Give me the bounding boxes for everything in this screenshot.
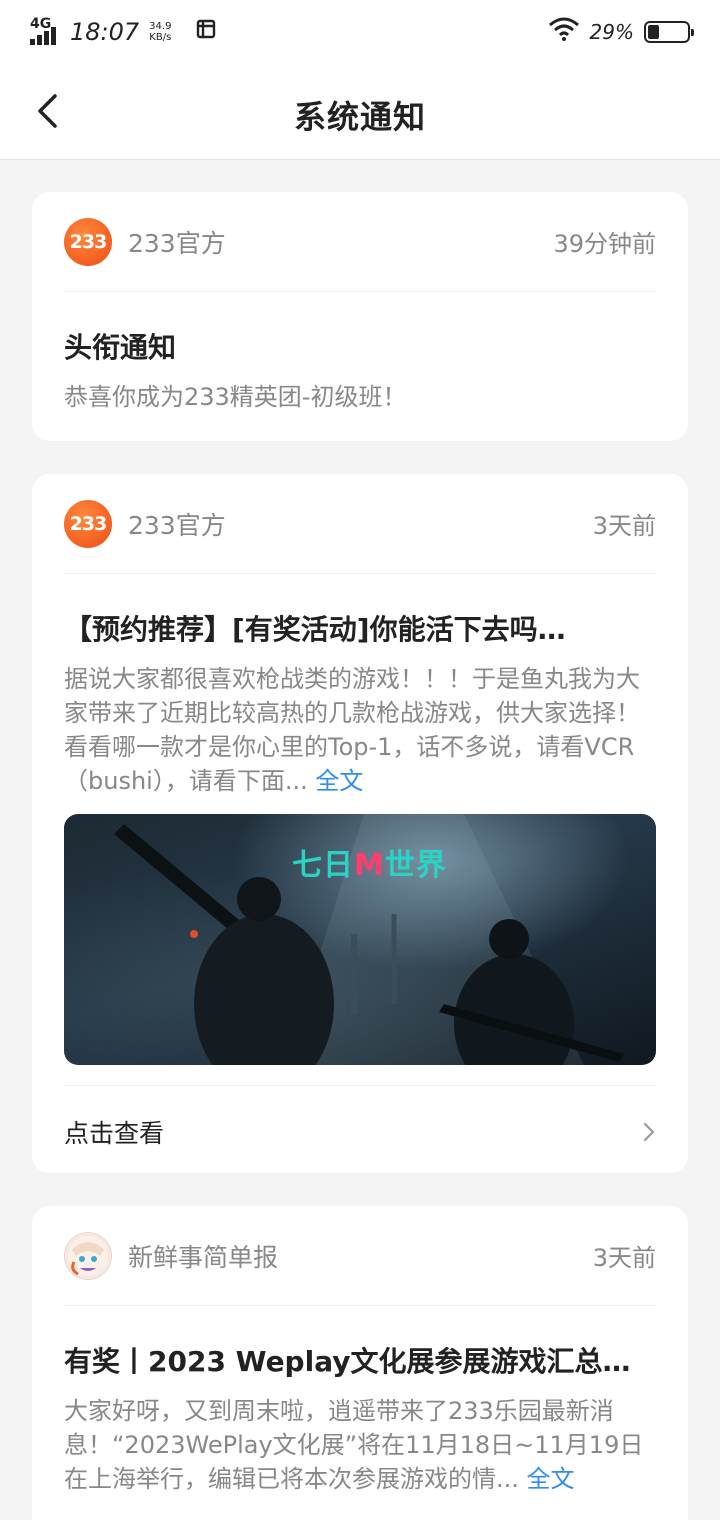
sender-avatar[interactable]: 233 [64,499,112,548]
promo-image[interactable]: 七日M世界 [64,814,656,1065]
anime-avatar-icon [68,1235,108,1276]
notification-body: 据说大家都很喜欢枪战类的游戏！！！于是鱼丸我为大家带来了近期比较高热的几款枪战游… [64,665,640,795]
sender-avatar[interactable] [64,1231,112,1280]
page-title: 系统通知 [293,98,426,136]
notification-title: 【预约推荐】[有奖活动]你能活下去吗… [64,613,566,646]
view-details-row[interactable]: 点击查看 [64,1085,656,1177]
timestamp: 3天前 [592,1244,656,1272]
notification-card[interactable]: 233 233官方 3天前 【预约推荐】[有奖活动]你能活下去吗… 据说大家都很… [32,474,688,1173]
view-details-label: 点击查看 [64,1118,165,1148]
battery-percent: 29% [589,20,634,44]
notification-card[interactable]: 233 233官方 39分钟前 头衔通知 恭喜你成为233精英团-初级班！ [32,192,688,441]
notification-title: 有奖丨2023 Weplay文化展参展游戏汇总… [64,1345,631,1378]
screenshot-icon [195,18,217,46]
notification-body: 恭喜你成为233精英团-初级班！ [64,383,407,411]
sender-name[interactable]: 新鲜事简单报 [128,1238,593,1274]
timestamp: 3天前 [592,512,656,540]
timestamp: 39分钟前 [553,230,656,258]
wifi-icon [548,17,580,47]
status-bar: 4G 18:07 34.9 KB/s 29% [0,0,720,64]
sender-name[interactable]: 233官方 [128,224,553,260]
chevron-right-icon [643,1122,655,1141]
read-more-link[interactable]: 全文 [315,767,363,795]
notification-card[interactable]: 新鲜事简单报 3天前 有奖丨2023 Weplay文化展参展游戏汇总… 大家好呀… [32,1206,688,1520]
battery-icon [644,21,694,43]
game-logo: 七日M世界 [292,848,447,883]
clock: 18:07 [70,18,140,46]
network-speed: 34.9 KB/s [149,21,172,43]
sender-avatar[interactable]: 233 [64,217,112,266]
read-more-link[interactable]: 全文 [527,1465,575,1493]
navigation-bar: 系统通知 [0,64,720,160]
sender-name[interactable]: 233官方 [128,506,593,542]
notification-title: 头衔通知 [64,331,177,364]
cellular-signal-icon: 4G [30,17,60,45]
notification-body: 大家好呀，又到周末啦，逍遥带来了233乐园最新消息！“2023WePlay文化展… [64,1397,644,1493]
